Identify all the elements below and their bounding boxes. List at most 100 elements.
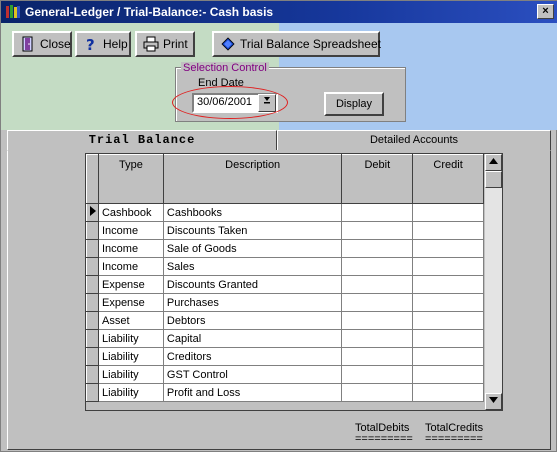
cell-credit[interactable]	[412, 347, 484, 366]
cell-debit[interactable]	[341, 239, 414, 258]
help-button[interactable]: ? Help	[75, 31, 131, 57]
vertical-scrollbar[interactable]	[484, 154, 502, 410]
window-close-button[interactable]: ×	[537, 4, 554, 19]
row-indicator[interactable]	[86, 347, 99, 366]
cell-description[interactable]: Sales	[162, 257, 343, 276]
row-indicator[interactable]	[86, 239, 99, 258]
date-dropdown-button[interactable]	[258, 94, 276, 112]
cell-description[interactable]: Cashbooks	[162, 203, 343, 222]
trial-balance-grid[interactable]: Type Description Debit Credit Cashbook C…	[85, 153, 503, 411]
cell-debit[interactable]	[341, 329, 414, 348]
cell-description[interactable]: Creditors	[162, 347, 343, 366]
header-indicator-cell	[86, 154, 99, 204]
cell-credit[interactable]	[412, 365, 484, 384]
cell-type[interactable]: Asset	[97, 311, 164, 330]
print-button-label: Print	[163, 37, 188, 51]
row-indicator[interactable]	[86, 311, 99, 330]
column-header-credit[interactable]: Credit	[412, 154, 484, 204]
grid-footer-bar	[86, 402, 484, 410]
scroll-down-button[interactable]	[485, 393, 502, 410]
tab-trial-balance[interactable]: Trial Balance	[7, 130, 277, 151]
table-row[interactable]: Expense Purchases	[86, 293, 484, 312]
current-row-arrow-icon	[90, 206, 96, 216]
cell-debit[interactable]	[341, 275, 414, 294]
cell-description[interactable]: Purchases	[162, 293, 343, 312]
cell-type[interactable]: Expense	[97, 275, 164, 294]
row-indicator[interactable]	[86, 365, 99, 384]
trial-balance-table: Type Description Debit Credit Cashbook C…	[86, 154, 484, 402]
trial-balance-window: General-Ledger / Trial-Balance:- Cash ba…	[0, 0, 557, 452]
cell-credit[interactable]	[412, 311, 484, 330]
table-row[interactable]: Income Sale of Goods	[86, 239, 484, 258]
cell-type[interactable]: Liability	[97, 329, 164, 348]
table-row[interactable]: Liability Profit and Loss	[86, 383, 484, 402]
scroll-thumb[interactable]	[485, 171, 502, 188]
cell-credit[interactable]	[412, 329, 484, 348]
selection-control-legend: Selection Control	[181, 62, 269, 74]
cell-debit[interactable]	[341, 293, 414, 312]
column-header-description[interactable]: Description	[162, 154, 343, 204]
cell-debit[interactable]	[341, 221, 414, 240]
cell-debit[interactable]	[341, 347, 414, 366]
cell-type[interactable]: Income	[97, 239, 164, 258]
cell-description[interactable]: Debtors	[162, 311, 343, 330]
door-exit-icon	[20, 36, 36, 52]
cell-type[interactable]: Income	[97, 257, 164, 276]
title-bar[interactable]: General-Ledger / Trial-Balance:- Cash ba…	[1, 1, 557, 23]
display-button[interactable]: Display	[324, 92, 384, 116]
print-button[interactable]: Print	[135, 31, 195, 57]
tab-detailed-accounts[interactable]: Detailed Accounts	[277, 130, 551, 151]
row-indicator[interactable]	[86, 293, 99, 312]
cell-credit[interactable]	[412, 203, 484, 222]
cell-debit[interactable]	[341, 383, 414, 402]
table-row[interactable]: Income Sales	[86, 257, 484, 276]
cell-description[interactable]: GST Control	[162, 365, 343, 384]
down-arrow-icon	[489, 397, 498, 403]
column-header-debit[interactable]: Debit	[341, 154, 414, 204]
table-row[interactable]: Income Discounts Taken	[86, 221, 484, 240]
row-indicator[interactable]	[86, 329, 99, 348]
cell-debit[interactable]	[341, 257, 414, 276]
table-row[interactable]: Expense Discounts Granted	[86, 275, 484, 294]
table-row[interactable]: Liability Creditors	[86, 347, 484, 366]
table-row[interactable]: Liability Capital	[86, 329, 484, 348]
printer-icon	[143, 36, 159, 52]
row-indicator[interactable]	[86, 203, 99, 222]
cell-credit[interactable]	[412, 275, 484, 294]
scroll-up-button[interactable]	[485, 154, 502, 171]
svg-text:?: ?	[86, 36, 95, 52]
cell-credit[interactable]	[412, 257, 484, 276]
cell-type[interactable]: Cashbook	[97, 203, 164, 222]
row-indicator[interactable]	[86, 275, 99, 294]
header-row: Type Description Debit Credit	[86, 154, 484, 204]
cell-type[interactable]: Expense	[97, 293, 164, 312]
cell-description[interactable]: Discounts Granted	[162, 275, 343, 294]
up-arrow-icon	[489, 158, 498, 164]
trial-balance-spreadsheet-button[interactable]: Trial Balance Spreadsheet	[212, 31, 381, 57]
cell-debit[interactable]	[341, 203, 414, 222]
table-row[interactable]: Asset Debtors	[86, 311, 484, 330]
cell-debit[interactable]	[341, 365, 414, 384]
cell-credit[interactable]	[412, 221, 484, 240]
cell-debit[interactable]	[341, 311, 414, 330]
cell-description[interactable]: Profit and Loss	[162, 383, 343, 402]
table-row[interactable]: Cashbook Cashbooks	[86, 203, 484, 222]
cell-description[interactable]: Capital	[162, 329, 343, 348]
cell-description[interactable]: Sale of Goods	[162, 239, 343, 258]
cell-type[interactable]: Income	[97, 221, 164, 240]
total-credits-rule: =========	[425, 433, 483, 445]
row-indicator[interactable]	[86, 383, 99, 402]
cell-description[interactable]: Discounts Taken	[162, 221, 343, 240]
row-indicator[interactable]	[86, 257, 99, 276]
cell-credit[interactable]	[412, 383, 484, 402]
cell-type[interactable]: Liability	[97, 383, 164, 402]
row-indicator[interactable]	[86, 221, 99, 240]
cell-credit[interactable]	[412, 239, 484, 258]
cell-credit[interactable]	[412, 293, 484, 312]
close-button[interactable]: Close	[12, 31, 72, 57]
cell-type[interactable]: Liability	[97, 347, 164, 366]
table-row[interactable]: Liability GST Control	[86, 365, 484, 384]
cell-type[interactable]: Liability	[97, 365, 164, 384]
question-mark-icon: ?	[83, 36, 99, 54]
column-header-type[interactable]: Type	[97, 154, 164, 204]
